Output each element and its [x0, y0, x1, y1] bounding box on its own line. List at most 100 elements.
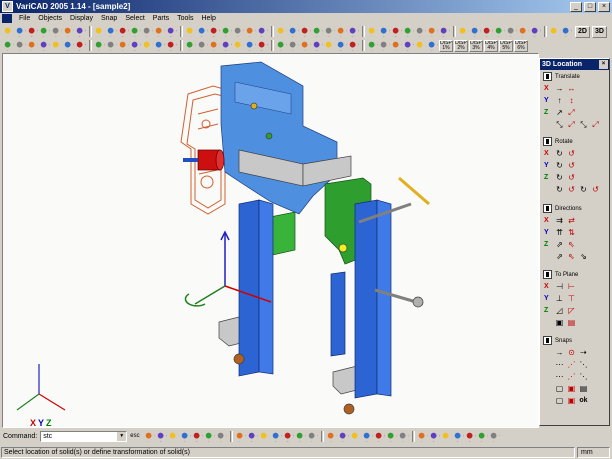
transform-tool-icon[interactable]: ◿: [555, 306, 564, 315]
transform-tool-icon[interactable]: ⋯: [555, 360, 564, 369]
toolbar-tool-icon[interactable]: [294, 430, 306, 442]
pin-icon[interactable]: [543, 137, 552, 146]
toolbar-tool-icon[interactable]: [167, 430, 179, 442]
model-canvas[interactable]: X Y Z: [3, 54, 539, 428]
transform-tool-icon[interactable]: ⇖: [567, 252, 576, 261]
transform-tool-icon[interactable]: ⤡: [579, 120, 588, 129]
transform-tool-icon[interactable]: ⇈: [555, 228, 564, 237]
toolbar-tool-icon[interactable]: [221, 40, 232, 51]
toolbar-tool-icon[interactable]: [142, 26, 153, 37]
toolbar-tool-icon[interactable]: [470, 26, 481, 37]
toolbar-tool-icon[interactable]: [39, 40, 50, 51]
transform-tool-icon[interactable]: →: [555, 84, 564, 93]
toolbar-tool-icon[interactable]: [494, 26, 505, 37]
transform-tool-icon[interactable]: ↻: [555, 161, 564, 170]
snap-ok-button[interactable]: ok: [579, 396, 588, 405]
toolbar-tool-icon[interactable]: [233, 26, 244, 37]
toolbar-tool-icon[interactable]: [233, 40, 244, 51]
menu-help[interactable]: Help: [197, 13, 219, 24]
toolbar-tool-icon[interactable]: [506, 26, 517, 37]
minimize-button[interactable]: _: [570, 1, 582, 12]
transform-tool-icon[interactable]: ⇢: [579, 348, 588, 357]
3d-viewport[interactable]: X Y Z: [2, 53, 539, 428]
toolbar-tool-icon[interactable]: [367, 40, 378, 51]
toolbar-tool-icon[interactable]: [312, 40, 323, 51]
menu-snap[interactable]: Snap: [97, 13, 121, 24]
toolbar-tool-icon[interactable]: [15, 40, 26, 51]
mode-3d-button[interactable]: 3D: [591, 25, 607, 38]
esc-button[interactable]: esc: [130, 433, 139, 439]
toolbar-tool-icon[interactable]: [361, 430, 373, 442]
close-button[interactable]: ×: [598, 1, 610, 12]
transform-tool-icon[interactable]: ⇖: [567, 240, 576, 249]
display-mode-button[interactable]: DISP 2%: [454, 39, 468, 52]
mode-2d-button[interactable]: 2D: [575, 25, 590, 38]
toolbar-tool-icon[interactable]: [530, 26, 541, 37]
toolbar-tool-icon[interactable]: [416, 430, 428, 442]
toolbar-tool-icon[interactable]: [428, 430, 440, 442]
toolbar-tool-icon[interactable]: [288, 40, 299, 51]
toolbar-tool-icon[interactable]: [300, 26, 311, 37]
toolbar-tool-icon[interactable]: [385, 430, 397, 442]
transform-tool-icon[interactable]: ↻: [555, 185, 564, 194]
toolbar-tool-icon[interactable]: [549, 26, 560, 37]
transform-tool-icon[interactable]: →: [555, 348, 564, 357]
toolbar-tool-icon[interactable]: [191, 430, 203, 442]
toolbar-tool-icon[interactable]: [179, 430, 191, 442]
transform-tool-icon[interactable]: ↺: [591, 185, 600, 194]
menu-select[interactable]: Select: [121, 13, 148, 24]
toolbar-tool-icon[interactable]: [403, 40, 414, 51]
toolbar-tool-icon[interactable]: [75, 26, 86, 37]
toolbar-tool-icon[interactable]: [143, 430, 155, 442]
toolbar-tool-icon[interactable]: [257, 26, 268, 37]
toolbar-tool-icon[interactable]: [324, 40, 335, 51]
command-input[interactable]: stc ▼: [40, 430, 128, 442]
toolbar-tool-icon[interactable]: [3, 26, 14, 37]
toolbar-tool-icon[interactable]: [391, 40, 402, 51]
toolbar-tool-icon[interactable]: [391, 26, 402, 37]
toolbar-tool-icon[interactable]: [312, 26, 323, 37]
toolbar-tool-icon[interactable]: [75, 40, 86, 51]
transform-tool-icon[interactable]: ⤢: [567, 120, 576, 129]
toolbar-tool-icon[interactable]: [325, 430, 337, 442]
menu-file[interactable]: File: [15, 13, 34, 24]
pin-icon[interactable]: [543, 270, 552, 279]
toolbar-tool-icon[interactable]: [324, 26, 335, 37]
display-mode-button[interactable]: DISP 4%: [484, 39, 498, 52]
toolbar-tool-icon[interactable]: [3, 40, 14, 51]
transform-tool-icon[interactable]: ⋯: [555, 372, 564, 381]
toolbar-tool-icon[interactable]: [336, 26, 347, 37]
toolbar-tool-icon[interactable]: [245, 40, 256, 51]
toolbar-tool-icon[interactable]: [300, 40, 311, 51]
panel-close-icon[interactable]: ×: [599, 60, 608, 69]
transform-tool-icon[interactable]: ▣: [567, 396, 576, 405]
toolbar-tool-icon[interactable]: [336, 40, 347, 51]
transform-tool-icon[interactable]: ⊢: [567, 282, 576, 291]
toolbar-tool-icon[interactable]: [197, 26, 208, 37]
toolbar-tool-icon[interactable]: [51, 26, 62, 37]
toolbar-tool-icon[interactable]: [561, 26, 572, 37]
pin-icon[interactable]: [543, 336, 552, 345]
toolbar-tool-icon[interactable]: [258, 430, 270, 442]
toolbar-tool-icon[interactable]: [276, 26, 287, 37]
toolbar-tool-icon[interactable]: [39, 26, 50, 37]
transform-tool-icon[interactable]: ⇉: [555, 216, 564, 225]
toolbar-tool-icon[interactable]: [427, 26, 438, 37]
transform-tool-icon[interactable]: ⤢: [567, 108, 576, 117]
toolbar-tool-icon[interactable]: [197, 40, 208, 51]
toolbar-tool-icon[interactable]: [209, 40, 220, 51]
toolbar-tool-icon[interactable]: [130, 26, 141, 37]
transform-tool-icon[interactable]: ↺: [567, 173, 576, 182]
transform-tool-icon[interactable]: ⋱: [579, 360, 588, 369]
toolbar-tool-icon[interactable]: [106, 26, 117, 37]
toolbar-tool-icon[interactable]: [379, 26, 390, 37]
transform-tool-icon[interactable]: ⤢: [591, 120, 600, 129]
transform-tool-icon[interactable]: ▤: [567, 318, 576, 327]
display-mode-button[interactable]: DISP 3%: [469, 39, 483, 52]
toolbar-tool-icon[interactable]: [440, 430, 452, 442]
toolbar-tool-icon[interactable]: [142, 40, 153, 51]
transform-tool-icon[interactable]: ⇗: [555, 252, 564, 261]
transform-tool-icon[interactable]: ↻: [579, 185, 588, 194]
toolbar-tool-icon[interactable]: [276, 40, 287, 51]
transform-tool-icon[interactable]: ▣: [555, 318, 564, 327]
